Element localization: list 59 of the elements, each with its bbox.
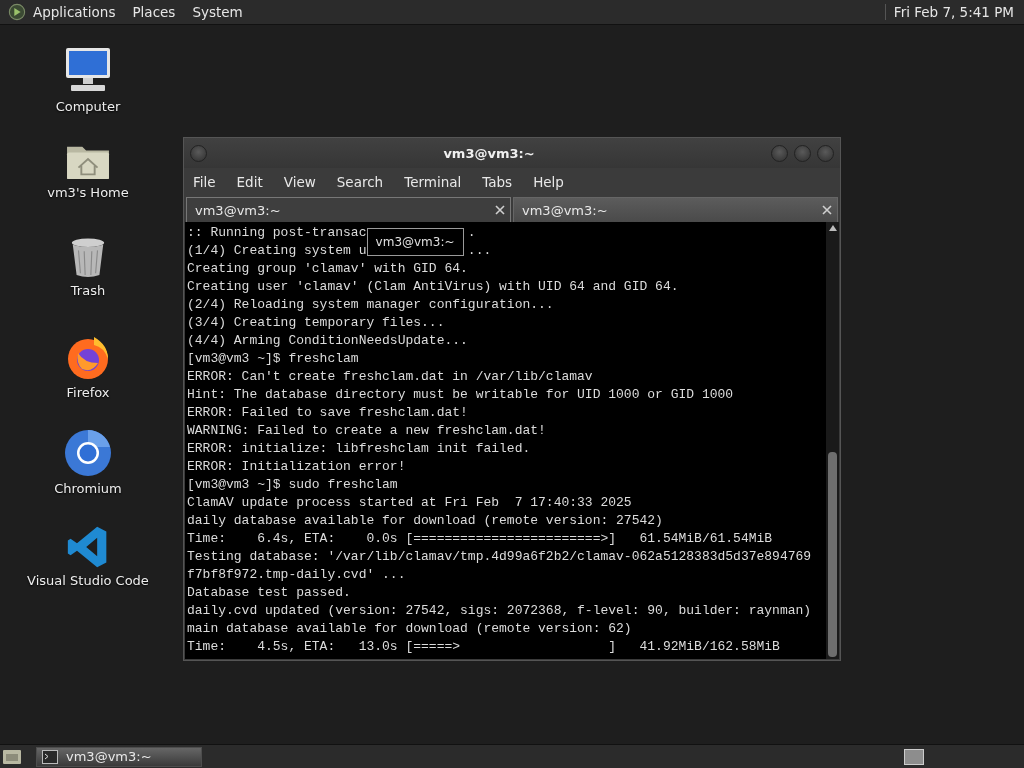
- menu-item[interactable]: Search: [336, 173, 384, 190]
- desktop-icon-label[interactable]: Trash: [70, 283, 106, 298]
- terminal-line: Hint: The database directory must be writable for UID 1000 or GID 1000: [187, 387, 734, 402]
- terminal-tab[interactable]: vm3@vm3:~: [186, 197, 511, 222]
- distro-logo-icon[interactable]: [8, 3, 26, 21]
- terminal-line: :: Running post-transac: [187, 225, 367, 240]
- terminal-line: WARNING: Failed to create a new freshclam.dat!: [187, 423, 546, 438]
- terminal-line: f7bf8f972.tmp-daily.cvd' ...: [187, 567, 406, 582]
- terminal-line: Testing database: '/var/lib/clamav/tmp.4d99a6f2b2/clamav-062a5128383d5d37e894769: [187, 549, 812, 564]
- tooltip: vm3@vm3:~: [366, 228, 464, 256]
- terminal-line: (3/4) Creating temporary files...: [187, 315, 445, 330]
- terminal-line: (4/4) Arming ConditionNeedsUpdate...: [187, 333, 468, 348]
- terminal-line: Creating group 'clamav' with GID 64.: [187, 261, 468, 276]
- menu-item[interactable]: Terminal: [404, 173, 462, 190]
- scrollbar-thumb[interactable]: [828, 452, 837, 657]
- terminal-line: ERROR: Initialization error!: [187, 459, 406, 474]
- close-icon[interactable]: [495, 205, 505, 215]
- terminal-tab[interactable]: vm3@vm3:~: [513, 197, 838, 222]
- terminal-line: [vm3@vm3 ~]$ freshclam: [187, 351, 359, 366]
- terminal-line: [vm3@vm3 ~]$ sudo freshclam: [187, 477, 398, 492]
- trash-icon[interactable]: [69, 237, 107, 279]
- terminal-line: main database available for download (remote version: 62): [187, 621, 632, 636]
- terminal-line: (2/4) Reloading system manager configuration...: [187, 297, 554, 312]
- terminal-line: daily.cvd updated (version: 27542, sigs: 2072368, f-level: 90, builder: raynman): [187, 603, 812, 618]
- scrollbar[interactable]: [826, 222, 839, 659]
- terminal-line: ERROR: Failed to save freshclam.dat!: [187, 405, 468, 420]
- show-desktop-icon[interactable]: [2, 747, 22, 766]
- panel-menu[interactable]: System: [192, 4, 243, 20]
- terminal-line: ClamAV update process started at Fri Feb 7 17:40:33 2025: [187, 495, 632, 510]
- terminal-line: ERROR: initialize: libfreshclam init failed.: [187, 441, 531, 456]
- desktop-icon-label[interactable]: Computer: [55, 99, 121, 114]
- desktop-icon-label[interactable]: Visual Studio Code: [27, 573, 149, 588]
- terminal-icon: [42, 749, 58, 764]
- clock[interactable]: Fri Feb 7, 5:41 PM: [884, 4, 1014, 20]
- terminal-line: (1/4) Creating system u: [187, 243, 367, 258]
- terminal-line: .: [467, 225, 476, 240]
- menu-item[interactable]: Help: [533, 173, 564, 190]
- terminal-line: ERROR: Can't create freshclam.dat in /var/lib/clamav: [187, 369, 593, 384]
- window-title: vm3@vm3:~: [442, 145, 536, 161]
- close-icon[interactable]: [822, 205, 832, 215]
- terminal-line: Time: 6.4s, ETA: 0.0s [========================>] 61.54MiB/61.54MiB: [187, 531, 773, 546]
- terminal-line: ...: [467, 243, 492, 258]
- desktop-icon-label[interactable]: Firefox: [66, 385, 110, 400]
- chromium-icon[interactable]: [64, 429, 112, 477]
- terminal-line: daily database available for download (remote version: 27542): [187, 513, 663, 528]
- scroll-up-icon[interactable]: [828, 225, 837, 231]
- terminal-line: Database test passed.: [187, 585, 351, 600]
- desktop-icon-label[interactable]: vm3's Home: [47, 185, 129, 200]
- panel-menu[interactable]: Applications: [33, 4, 116, 20]
- menu-item[interactable]: Tabs: [482, 173, 513, 190]
- panel-menu[interactable]: Places: [132, 4, 176, 20]
- menu-item[interactable]: View: [283, 173, 316, 190]
- taskbar-button[interactable]: vm3@vm3:~: [36, 746, 202, 767]
- desktop-icon-label[interactable]: Chromium: [54, 481, 122, 496]
- terminal-line: Time: 4.5s, ETA: 13.0s [=====> ] 41.92MiB/162.58MiB: [187, 639, 780, 654]
- workspace-switcher[interactable]: [904, 748, 924, 765]
- menu-item[interactable]: Edit: [236, 173, 263, 190]
- menu-item[interactable]: File: [193, 173, 216, 190]
- terminal-line: Creating user 'clamav' (Clam AntiVirus) with UID 64 and GID 64.: [187, 279, 679, 294]
